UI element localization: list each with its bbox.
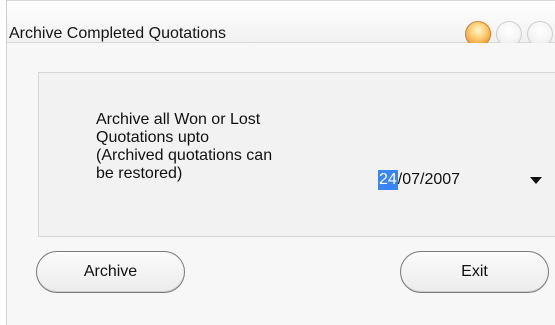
archive-instruction: Archive all Won or Lost Quotations upto … [96,111,358,183]
archive-options-panel: Archive all Won or Lost Quotations upto … [38,72,555,237]
instruction-line-1: Archive all Won or Lost [96,111,261,128]
window-titlebar[interactable]: Archive Completed Quotations [6,0,555,47]
exit-button[interactable]: Exit [400,251,549,293]
date-day-selected[interactable]: 24 [378,170,398,190]
archive-completed-quotations-window: Archive Completed Quotations Archive all… [0,0,555,325]
archive-date-picker[interactable]: 24/07/2007 [378,169,542,190]
instruction-line-3: (Archived quotations can [96,147,273,164]
instruction-line-4: be restored) [96,165,183,182]
instruction-line-2: Quotations upto [96,129,209,146]
archive-button[interactable]: Archive [36,251,185,293]
window-title: Archive Completed Quotations [9,25,226,42]
date-month-year[interactable]: /07/2007 [398,169,460,190]
dialog-content: Archive all Won or Lost Quotations upto … [6,43,555,325]
chevron-down-icon[interactable] [530,177,542,184]
